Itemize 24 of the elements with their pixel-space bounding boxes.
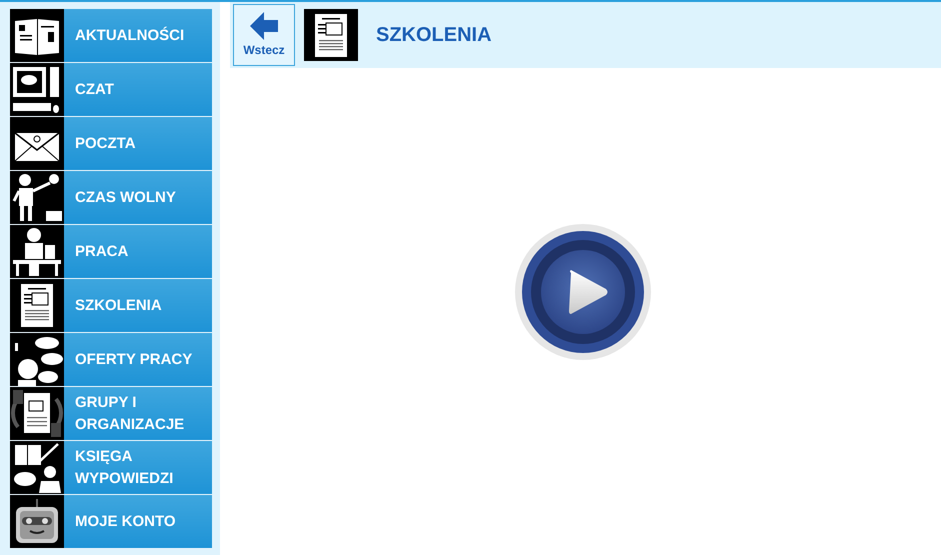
sidebar-item[interactable]: CZAT xyxy=(64,63,212,116)
sidebar-item[interactable]: KSIĘGA WYPOWIEDZI xyxy=(64,441,212,494)
play-button[interactable] xyxy=(514,222,652,360)
sidebar-item[interactable]: CZAS WOLNY xyxy=(64,171,212,224)
book-and-person-icon xyxy=(10,441,64,494)
page-title: SZKOLENIA xyxy=(376,23,492,48)
sidebar-item[interactable]: PRACA xyxy=(64,225,212,278)
person-at-desk-icon xyxy=(10,225,64,278)
envelope-icon xyxy=(10,117,64,170)
left-arrow-icon xyxy=(248,11,280,41)
back-button[interactable]: Wstecz xyxy=(233,4,295,66)
person-icon xyxy=(10,171,64,224)
document-cycle-icon xyxy=(10,387,64,440)
computer-icon xyxy=(10,63,64,116)
sidebar-item[interactable]: GRUPY I ORGANIZACJE xyxy=(64,387,212,440)
newspaper-icon xyxy=(10,9,64,62)
document-icon xyxy=(304,9,358,61)
sidebar-item[interactable]: POCZTA xyxy=(64,117,212,170)
sidebar-item[interactable]: MOJE KONTO xyxy=(64,495,212,548)
document-icon xyxy=(10,279,64,332)
robot-icon xyxy=(10,495,64,548)
sidebar-item[interactable]: AKTUALNOŚCI xyxy=(64,9,212,62)
sidebar-item[interactable]: SZKOLENIA xyxy=(64,279,212,332)
sidebar-item[interactable]: OFERTY PRACY xyxy=(64,333,212,386)
